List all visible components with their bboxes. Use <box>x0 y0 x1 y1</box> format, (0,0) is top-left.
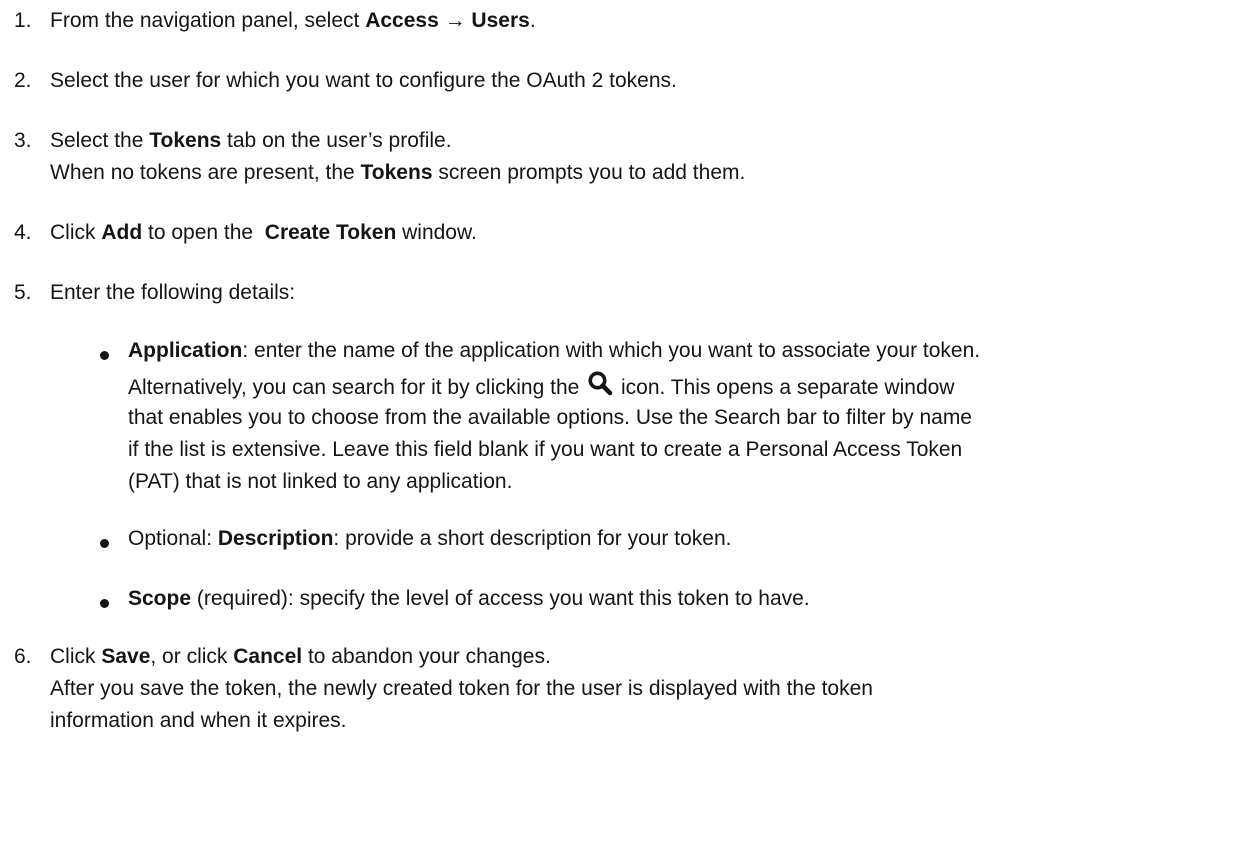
ui-button-save: Save <box>101 645 151 668</box>
step-text: Select the Tokens tab on the user’s prof… <box>50 129 746 184</box>
detail-scope: Scope (required): specify the level of a… <box>128 587 810 610</box>
step-number: 5. <box>14 281 32 304</box>
bullet-dot <box>100 599 109 608</box>
field-label-application: Application <box>128 339 243 362</box>
step-6-result-line1: After you save the token, the newly crea… <box>50 677 873 700</box>
step-number: 2. <box>14 69 32 92</box>
search-icon <box>587 370 613 406</box>
ui-button-add: Add <box>101 221 143 244</box>
procedure-document: 1. From the navigation panel, select Acc… <box>0 0 1257 852</box>
ui-menu-users: Users <box>471 9 530 32</box>
detail-application: Application: enter the name of the appli… <box>128 339 981 362</box>
ui-screen-tokens: Tokens <box>360 160 433 184</box>
detail-application-line3: that enables you to choose from the avai… <box>128 406 972 429</box>
ui-tab-tokens: Tokens <box>149 129 222 152</box>
step-number: 4. <box>14 221 32 244</box>
step-number: 3. <box>14 129 32 152</box>
detail-description: Optional: Description: provide a short d… <box>128 527 732 550</box>
detail-application-line4: if the list is extensive. Leave this fie… <box>128 438 963 461</box>
ui-menu-access: Access <box>365 9 439 32</box>
field-label-scope: Scope <box>128 587 192 610</box>
field-label-description: Description <box>217 527 334 550</box>
detail-application-continued: Alternatively, you can search for it by … <box>128 370 1247 406</box>
step-text: Enter the following details: <box>50 281 296 304</box>
bullet-dot <box>100 351 109 360</box>
step-text: Select the user for which you want to co… <box>50 69 677 92</box>
step-number: 6. <box>14 645 32 668</box>
step-text: From the navigation panel, select Access… <box>50 9 536 32</box>
step-number: 1. <box>14 9 32 32</box>
step-6-result-line2: information and when it expires. <box>50 709 347 732</box>
bullet-dot <box>100 539 109 548</box>
step-text: Click Save, or click Cancel to abandon y… <box>50 645 551 668</box>
ui-button-cancel: Cancel <box>233 645 303 668</box>
step-text: Click Add to open the Create Token windo… <box>50 221 477 244</box>
ui-window-create-token: Create Token <box>264 221 397 244</box>
detail-application-line5: (PAT) that is not linked to any applicat… <box>128 470 513 493</box>
